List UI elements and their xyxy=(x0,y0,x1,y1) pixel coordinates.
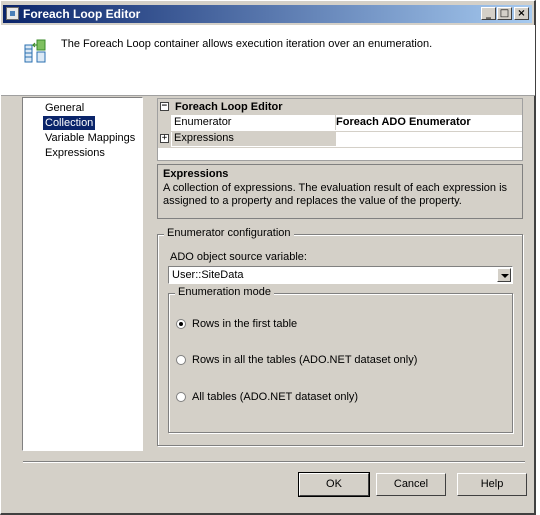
foreach-loop-editor-window: Foreach Loop Editor _ □ × The Foreach Lo… xyxy=(0,0,536,515)
ado-source-label: ADO object source variable: xyxy=(170,251,307,263)
window-icon xyxy=(6,7,19,20)
nav-item-variable-mappings[interactable]: Variable Mappings xyxy=(43,131,137,145)
property-row-expressions[interactable]: + Expressions xyxy=(158,131,522,148)
nav-item-collection[interactable]: Collection xyxy=(43,116,96,130)
foreach-loop-icon xyxy=(24,39,46,63)
footer-divider xyxy=(23,461,525,463)
header-description: The Foreach Loop container allows execut… xyxy=(61,38,433,50)
nav-item-general[interactable]: General xyxy=(43,101,86,115)
cancel-button[interactable]: Cancel xyxy=(376,473,446,496)
title-bar[interactable]: Foreach Loop Editor _ □ × xyxy=(3,5,532,23)
option-all-tables[interactable]: All tables (ADO.NET dataset only) xyxy=(192,391,358,403)
ok-button[interactable]: OK xyxy=(298,472,370,497)
row-gutter xyxy=(158,115,171,131)
property-value[interactable]: Foreach ADO Enumerator xyxy=(336,115,471,130)
help-button[interactable]: Help xyxy=(457,473,527,496)
property-category-label: Foreach Loop Editor xyxy=(175,101,283,113)
navigation-list[interactable]: General Collection Variable Mappings Exp… xyxy=(22,97,143,451)
minimize-button[interactable]: _ xyxy=(481,7,496,20)
radio-rows-all-tables[interactable] xyxy=(176,355,186,365)
option-rows-all-tables[interactable]: Rows in all the tables (ADO.NET dataset … xyxy=(192,354,417,366)
property-row-enumerator[interactable]: Enumerator Foreach ADO Enumerator xyxy=(158,115,522,132)
description-body: A collection of expressions. The evaluat… xyxy=(163,182,508,207)
property-name: Expressions xyxy=(172,131,336,146)
maximize-button[interactable]: □ xyxy=(497,7,512,20)
header-divider xyxy=(1,95,535,96)
radio-all-tables[interactable] xyxy=(176,392,186,402)
option-rows-first-table[interactable]: Rows in the first table xyxy=(192,318,297,330)
row-gutter: + xyxy=(158,131,171,147)
chevron-down-icon[interactable] xyxy=(497,268,511,282)
close-button[interactable]: × xyxy=(514,7,529,20)
property-category[interactable]: − Foreach Loop Editor xyxy=(158,99,522,115)
expand-icon[interactable]: + xyxy=(160,134,169,143)
radio-rows-first-table[interactable] xyxy=(176,319,186,329)
description-title: Expressions xyxy=(163,168,229,180)
window-title: Foreach Loop Editor xyxy=(23,7,141,21)
collapse-icon[interactable]: − xyxy=(160,102,169,111)
enumerator-configuration-label: Enumerator configuration xyxy=(164,227,294,239)
property-name: Enumerator xyxy=(172,115,336,130)
nav-item-expressions[interactable]: Expressions xyxy=(43,146,107,160)
enumeration-mode-label: Enumeration mode xyxy=(175,286,274,298)
ado-source-combobox[interactable]: User::SiteData xyxy=(168,266,513,284)
ado-source-value: User::SiteData xyxy=(172,269,244,281)
property-description-panel: Expressions A collection of expressions.… xyxy=(157,164,523,219)
property-grid[interactable]: − Foreach Loop Editor Enumerator Foreach… xyxy=(157,98,523,161)
header-panel: The Foreach Loop container allows execut… xyxy=(1,25,535,95)
